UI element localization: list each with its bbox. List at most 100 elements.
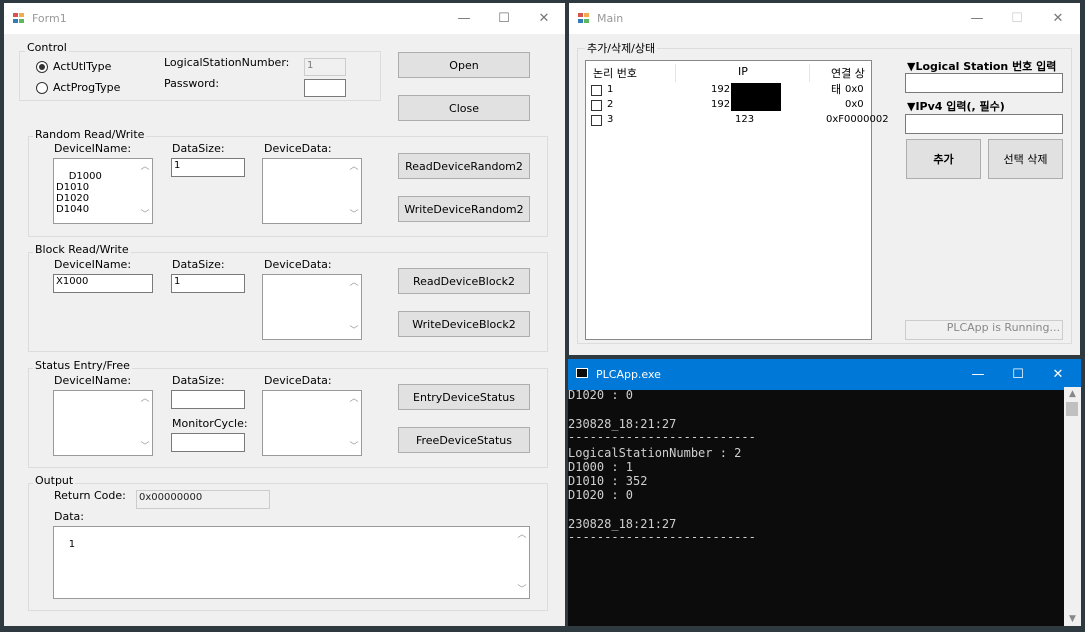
maximize-button[interactable]: ☐ [998, 359, 1038, 390]
console-line: D1000 : 1 [568, 460, 634, 474]
form1-window: Form1 — ☐ ✕ Control ActUtlType ActProgTy… [4, 3, 565, 626]
main-window: Main — ☐ ✕ 추가/삭제/상태 논리 번호 IP 연결 상태 1 192… [569, 3, 1080, 355]
row-status: 0x0 [845, 99, 864, 110]
main-titlebar[interactable]: Main — ☐ ✕ [569, 3, 1080, 34]
actutltype-label[interactable]: ActUtlType [53, 60, 111, 73]
random-device-name-textarea[interactable]: D1000 D1010 D1020 D1040 ︿ ﹀ [53, 158, 153, 224]
close-window-button[interactable]: ✕ [1038, 359, 1078, 390]
block-devicedata-textarea[interactable]: ︿ ﹀ [262, 274, 362, 340]
row-num: 1 [607, 84, 614, 95]
lsn-label: LogicalStationNumber: [164, 56, 290, 69]
write-device-block2-button[interactable]: WriteDeviceBlock2 [398, 311, 530, 337]
console-line: D1020 : 0 [568, 488, 634, 502]
scroll-up-icon[interactable]: ︿ [138, 162, 152, 172]
free-device-status-button[interactable]: FreeDeviceStatus [398, 427, 530, 453]
scroll-down-icon[interactable]: ﹀ [347, 326, 361, 336]
form1-titlebar[interactable]: Form1 — ☐ ✕ [4, 3, 565, 34]
password-label: Password: [164, 77, 220, 90]
block-rw-group-label: Block Read/Write [33, 243, 131, 256]
scroll-down-icon[interactable]: ﹀ [515, 585, 529, 595]
block-device-name-input[interactable]: X1000 [53, 274, 153, 293]
scroll-down-icon[interactable]: ﹀ [138, 210, 152, 220]
random-devicedata-label: DeviceData: [264, 142, 332, 155]
row-ip: 192, [711, 99, 734, 110]
scroll-up-icon[interactable]: ︿ [138, 394, 152, 404]
row-ip: 192, [711, 84, 734, 95]
scroll-up-icon[interactable]: ︿ [347, 278, 361, 288]
actutltype-radio[interactable] [36, 61, 48, 73]
minimize-button[interactable]: — [957, 3, 997, 34]
console-line: LogicalStationNumber : 2 [568, 446, 742, 460]
console-line: -------------------------- [568, 530, 756, 544]
connection-list[interactable]: 논리 번호 IP 연결 상태 1 192, 0x0 2 192, 0x0 3 1… [585, 60, 889, 340]
scrollbar[interactable]: ︿ ﹀ [515, 527, 529, 598]
maximize-button[interactable]: ☐ [484, 3, 524, 34]
console-line: D1020 : 0 [568, 388, 634, 402]
ip-input-label: ▼IPv4 입력(, 필수) [907, 100, 1005, 113]
scroll-up-icon[interactable]: ▲ [1064, 389, 1081, 399]
column-header-ip[interactable]: IP [738, 65, 748, 78]
row-ip: 123 [735, 114, 755, 125]
console-line: 230828_18:21:27 [568, 517, 677, 531]
status-group-label: Status Entry/Free [33, 359, 132, 372]
close-button[interactable]: Close [398, 95, 530, 121]
open-button[interactable]: Open [398, 52, 530, 78]
scroll-down-icon[interactable]: ▼ [1064, 614, 1081, 624]
ip-address-input[interactable] [905, 114, 1063, 134]
row-checkbox[interactable] [591, 100, 602, 111]
scroll-down-icon[interactable]: ﹀ [138, 442, 152, 452]
console-output[interactable]: D1020 : 0 230828_18:21:27 --------------… [568, 387, 1064, 626]
random-device-name-label: DeviceIName: [54, 142, 132, 155]
random-rw-group-label: Random Read/Write [33, 128, 147, 141]
maximize-button: ☐ [1011, 11, 1023, 26]
close-window-button[interactable]: ✕ [524, 3, 564, 34]
lsn-input[interactable]: 1 [304, 58, 346, 76]
lsn-number-input[interactable] [905, 73, 1063, 93]
scroll-down-icon[interactable]: ﹀ [347, 442, 361, 452]
column-header-num[interactable]: 논리 번호 [593, 65, 637, 81]
console-scrollbar[interactable]: ▲ ▼ [1064, 387, 1081, 626]
console-titlebar[interactable]: PLCApp.exe — ☐ ✕ [568, 359, 1081, 390]
status-datasize-input[interactable] [171, 390, 245, 409]
delete-selected-button[interactable]: 선택 삭제 [988, 139, 1063, 179]
data-label: Data: [54, 510, 84, 523]
scroll-up-icon[interactable]: ︿ [347, 162, 361, 172]
scroll-down-icon[interactable]: ﹀ [347, 210, 361, 220]
write-device-random2-button[interactable]: WriteDeviceRandom2 [398, 196, 530, 222]
scrollbar[interactable]: ︿ ﹀ [138, 159, 152, 223]
read-device-random2-button[interactable]: ReadDeviceRandom2 [398, 153, 530, 179]
console-line: 230828_18:21:27 [568, 417, 677, 431]
scrollbar[interactable]: ︿ ﹀ [347, 275, 361, 339]
actprogtype-label[interactable]: ActProgType [53, 81, 120, 94]
output-data-textarea[interactable]: 1 ︿ ﹀ [53, 526, 530, 599]
row-checkbox[interactable] [591, 115, 602, 126]
scrollbar[interactable]: ︿ ﹀ [138, 391, 152, 455]
scroll-up-icon[interactable]: ︿ [515, 530, 529, 540]
monitor-cycle-input[interactable] [171, 433, 245, 452]
block-datasize-label: DataSize: [172, 258, 225, 271]
status-devicedata-textarea[interactable]: ︿ ﹀ [262, 390, 362, 456]
scrollbar[interactable]: ︿ ﹀ [347, 159, 361, 223]
minimize-button[interactable]: — [444, 3, 484, 34]
block-datasize-input[interactable]: 1 [171, 274, 245, 293]
status-device-name-textarea[interactable]: ︿ ﹀ [53, 390, 153, 456]
password-input[interactable] [304, 79, 346, 97]
block-device-name-label: DeviceIName: [54, 258, 132, 271]
running-status-text: PLCApp is Running... [905, 320, 1063, 340]
random-devicedata-textarea[interactable]: ︿ ﹀ [262, 158, 362, 224]
close-window-button[interactable]: ✕ [1038, 3, 1078, 34]
actprogtype-radio[interactable] [36, 82, 48, 94]
row-checkbox[interactable] [591, 85, 602, 96]
control-group-label: Control [25, 41, 69, 54]
scroll-thumb[interactable] [1066, 402, 1078, 416]
entry-device-status-button[interactable]: EntryDeviceStatus [398, 384, 530, 410]
row-status: 0xF0000002 [826, 114, 889, 125]
console-window: PLCApp.exe — ☐ ✕ D1020 : 0 230828_18:21:… [568, 359, 1081, 626]
random-datasize-input[interactable]: 1 [171, 158, 245, 177]
add-button[interactable]: 추가 [906, 139, 981, 179]
scrollbar[interactable]: ︿ ﹀ [347, 391, 361, 455]
scroll-up-icon[interactable]: ︿ [347, 394, 361, 404]
minimize-button[interactable]: — [958, 359, 998, 390]
read-device-block2-button[interactable]: ReadDeviceBlock2 [398, 268, 530, 294]
monitor-cycle-label: MonitorCycle: [172, 417, 248, 430]
